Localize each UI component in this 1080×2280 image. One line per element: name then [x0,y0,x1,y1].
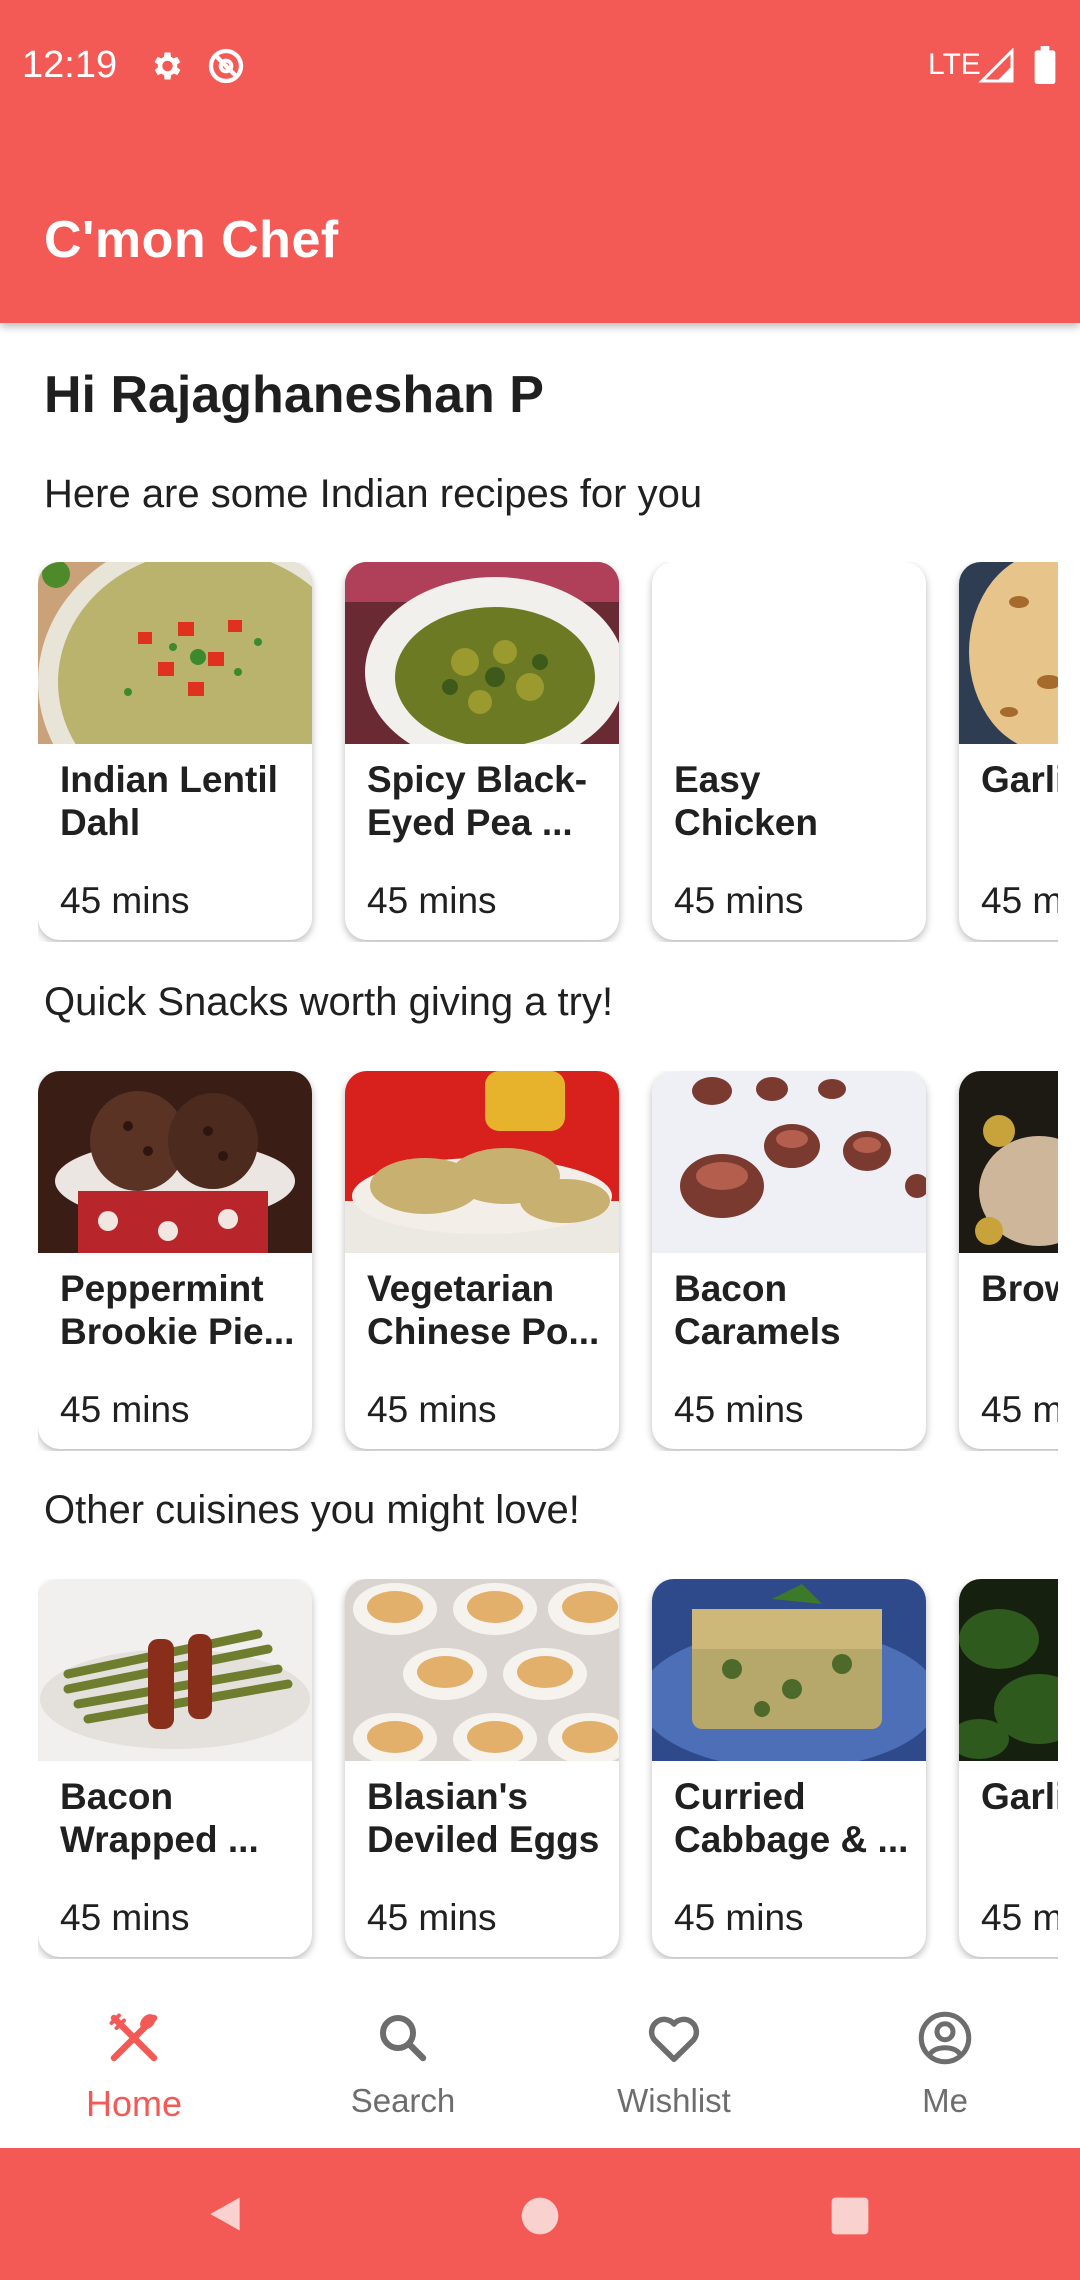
recipe-card[interactable]: Blasian's Deviled Eggs 45 mins [345,1579,619,1957]
recipe-name: Easy Chicken Tikka Masala [674,759,818,843]
recipe-time: 45 mins [367,880,497,921]
recipe-image-placeholder [652,562,926,744]
heart-icon [574,2008,774,2076]
recipe-row-other[interactable]: Bacon Wrapped ... 45 mins Blasian's Devi… [38,1579,1058,1959]
recipe-time: 45 mins [367,1389,497,1430]
app-title: C'mon Chef [44,211,339,269]
recipe-card[interactable]: Garlic 45 mins [959,1579,1058,1957]
account-circle-icon [845,2008,1045,2076]
greeting-text: Hi Rajaghaneshan P [44,366,544,424]
recipe-name: Bacon Caramels [674,1268,841,1352]
nav-me[interactable]: Me [845,2008,1045,2120]
recipe-card[interactable]: Peppermint Brookie Pie... 45 mins [38,1071,312,1449]
network-type: LTE [928,48,981,81]
nav-home-label: Home [85,2083,183,2124]
recipe-time: 45 mins [981,880,1058,921]
settings-gear-icon [148,48,184,89]
recipe-name: Blasian's Deviled Eggs [367,1776,600,1860]
search-icon [303,2008,503,2076]
recipe-name: Spicy Black-Eyed Pea ... [367,759,588,843]
recipe-image [959,1579,1058,1761]
recipe-image [652,1071,926,1253]
recipe-card[interactable]: Vegetarian Chinese Po... 45 mins [345,1071,619,1449]
recipe-image [38,562,312,832]
recipe-time: 45 mins [674,880,804,921]
section-title-snacks: Quick Snacks worth giving a try! [44,980,614,1024]
recipe-name: Brown Spon [981,1268,1058,1309]
recipe-card[interactable]: Garlic Naan 45 mins [959,562,1058,940]
back-icon[interactable] [203,2192,247,2241]
nav-search[interactable]: Search [303,2008,503,2120]
signal-icon [978,47,1016,89]
recipe-image [959,562,1058,752]
recipe-time: 45 mins [674,1389,804,1430]
nav-home[interactable]: Home [34,2008,234,2125]
recipe-card[interactable]: Bacon Wrapped ... 45 mins [38,1579,312,1957]
recipe-time: 45 mins [60,1389,190,1430]
recipe-image [345,1071,619,1253]
recipe-name: Curried Cabbage & ... [674,1776,909,1860]
recipe-card[interactable]: Brown Spon 45 mins [959,1071,1058,1449]
recipe-row-snacks[interactable]: Peppermint Brookie Pie... 45 mins Vegeta… [38,1071,1058,1451]
recents-square-icon[interactable] [828,2194,872,2243]
home-circle-icon[interactable] [518,2194,562,2243]
recipe-image [652,1579,926,1769]
recipe-card[interactable]: Bacon Caramels 45 mins [652,1071,926,1449]
recipe-name: Indian Lentil Dahl [60,759,278,843]
nav-wishlist[interactable]: Wishlist [574,2008,774,2120]
recipe-card[interactable]: Easy Chicken Tikka Masala 45 mins [652,562,926,940]
recipe-name: Bacon Wrapped ... [60,1776,259,1860]
recipe-card[interactable]: Curried Cabbage & ... 45 mins [652,1579,926,1957]
app-header: 12:19 LTE C'mon Chef [0,0,1080,323]
recipe-time: 45 mins [674,1897,804,1938]
system-navigation-bar [0,2148,1080,2280]
do-not-disturb-icon [206,46,246,91]
recipe-image [959,1071,1058,1253]
nav-search-label: Search [350,2082,456,2119]
recipe-name: Peppermint Brookie Pie... [60,1268,295,1352]
recipe-image [38,1071,312,1253]
recipe-name: Garlic [981,1776,1058,1817]
recipe-image [345,562,619,767]
recipe-time: 45 mins [60,1897,190,1938]
section-title-other: Other cuisines you might love! [44,1488,580,1532]
recipe-row-indian[interactable]: Indian Lentil Dahl 45 mins Spicy Black-E… [38,562,1058,942]
battery-icon [1034,46,1056,89]
recipe-time: 45 mins [367,1897,497,1938]
status-bar: 12:19 LTE [0,0,1080,135]
bottom-navigation: Home Search Wishlist Me [0,1990,1080,2148]
section-title-indian: Here are some Indian recipes for you [44,472,703,516]
nav-wishlist-label: Wishlist [617,2082,731,2119]
recipe-card[interactable]: Spicy Black-Eyed Pea ... 45 mins [345,562,619,940]
fork-spoon-icon [34,2008,234,2077]
recipe-name: Vegetarian Chinese Po... [367,1268,600,1352]
recipe-image [38,1579,312,1761]
recipe-image [345,1579,619,1765]
recipe-name: Garlic Naan [981,759,1058,800]
recipe-time: 45 mins [981,1897,1058,1938]
nav-me-label: Me [922,2082,968,2119]
status-time: 12:19 [22,44,118,86]
recipe-time: 45 mins [60,880,190,921]
recipe-time: 45 mins [981,1389,1058,1430]
recipe-card[interactable]: Indian Lentil Dahl 45 mins [38,562,312,940]
